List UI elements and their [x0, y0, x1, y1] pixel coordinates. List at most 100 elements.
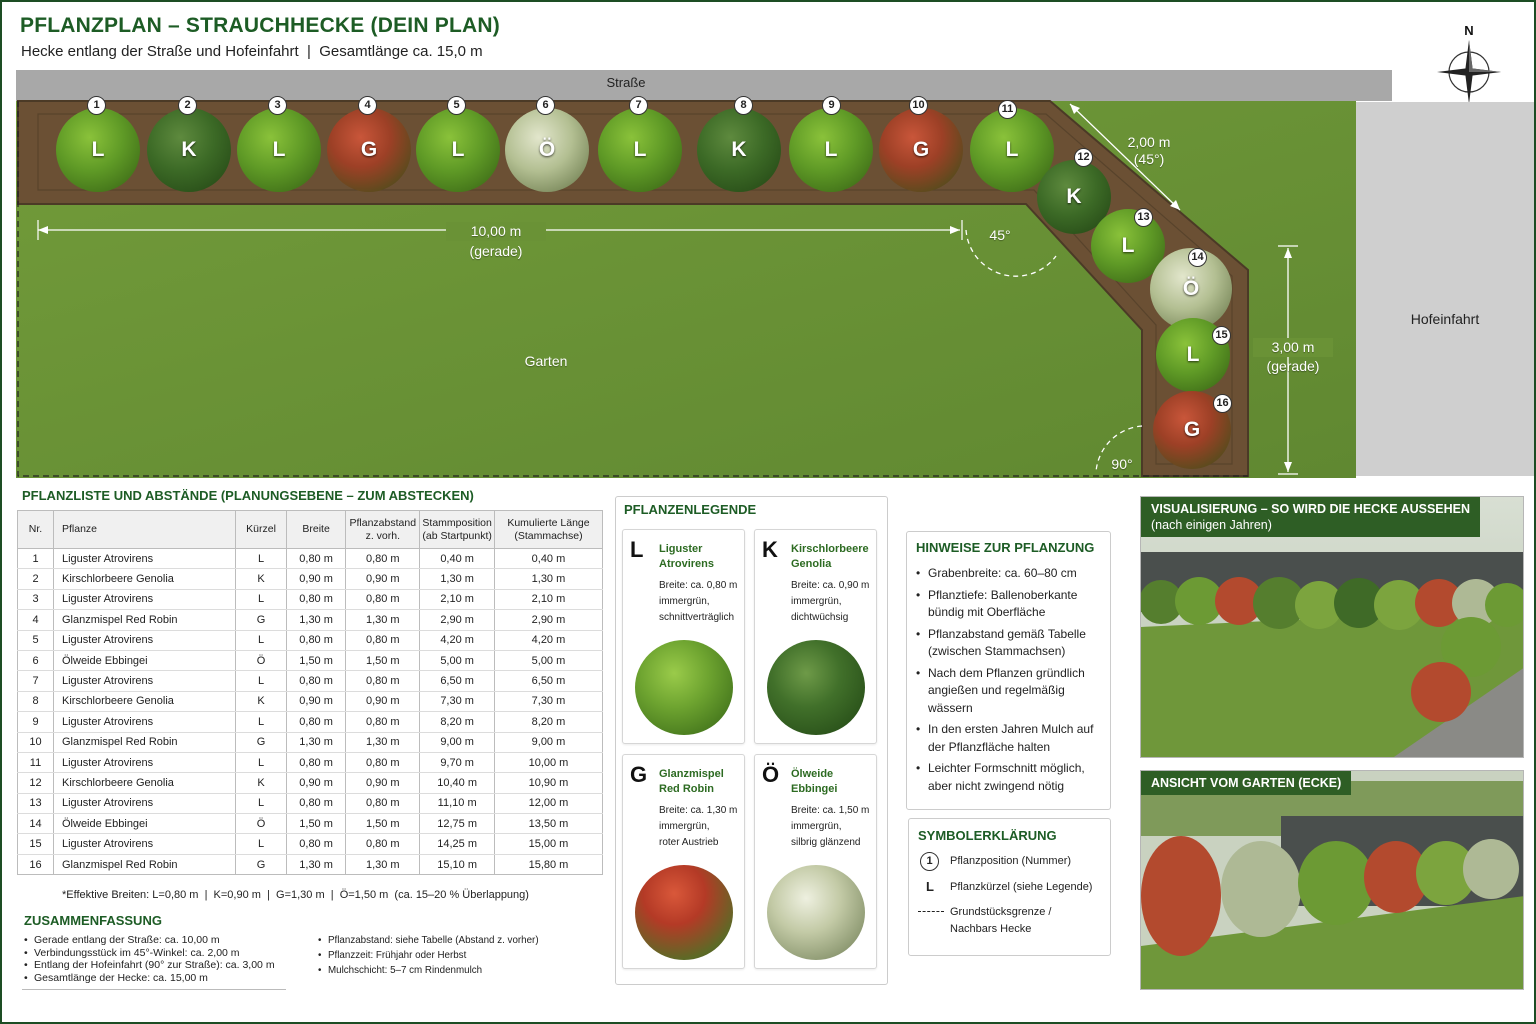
table-header-1: Pflanze: [52, 510, 237, 549]
table-row: 11 Liguster Atrovirens L 0,80 m 0,80 m 9,70 m…: [17, 752, 604, 774]
legend-card-O: Ö Ölweide Ebbingei Breite: ca. 1,50 m immer…: [754, 754, 877, 969]
number-symbol-icon: 1: [920, 852, 939, 871]
table-cell: 6,50 m: [493, 670, 604, 692]
plant-number-10: 10: [909, 96, 928, 115]
summary-item: Gesamtlänge der Hecke: ca. 15,00 m: [24, 972, 294, 985]
table-row: 7 Liguster Atrovirens L 0,80 m 0,80 m 6,50 m6…: [17, 670, 604, 692]
legend-plant-desc: Breite: ca. 0,80 m immergrün, schnittvertr…: [659, 580, 738, 623]
table-cell: 12,00 m: [493, 793, 604, 815]
table-cell: Liguster Atrovirens: [52, 793, 237, 815]
table-cell: 0,90 m: [285, 568, 347, 590]
table-cell: 10,00 m: [493, 752, 604, 774]
angle-90-label: 90°: [1111, 456, 1133, 472]
legend-card-G: G Glanzmispel Red Robin Breite: ca. 1,30 m…: [622, 754, 745, 969]
hedge-plant-7: L: [598, 108, 682, 192]
plant-number-5: 5: [447, 96, 466, 115]
plant-number-12: 12: [1074, 148, 1093, 167]
table-cell: L: [235, 670, 287, 692]
table-cell: 2: [17, 568, 54, 590]
hint-item: In den ersten Jahren Mulch auf der Pflan…: [916, 721, 1106, 756]
table-cell: L: [235, 548, 287, 570]
table-row: 8 Kirschlorbeere Genolia K 0,90 m 0,90 m 7,30…: [17, 691, 604, 713]
plant-table-title: PFLANZLISTE UND ABSTÄNDE (PLANUNGSEBENE …: [22, 488, 474, 503]
garden-corner-image: ANSICHT VOM GARTEN (ECKE): [1140, 770, 1524, 990]
table-row: 12 Kirschlorbeere Genolia K 0,90 m 0,90 m 10,…: [17, 772, 604, 794]
table-cell: 0,80 m: [285, 548, 347, 570]
table-cell: Liguster Atrovirens: [52, 548, 237, 570]
legend-plant-image: [635, 640, 733, 735]
table-cell: 0,80 m: [285, 630, 347, 651]
legend-card-K: K Kirschlorbeere Genolia Breite: ca. 0,90 …: [754, 529, 877, 744]
table-cell: 0,80 m: [285, 752, 347, 774]
plant-number-1: 1: [87, 96, 106, 115]
table-header-0: Nr.: [17, 510, 54, 549]
table-header-6: Kumulierte Länge (Stammachse): [493, 510, 604, 549]
summary-item: Entlang der Hofeinfahrt (90° zur Straße)…: [24, 959, 294, 972]
table-cell: G: [235, 609, 287, 631]
table-cell: 13: [17, 793, 54, 815]
code-symbol-icon: L: [926, 879, 934, 894]
table-cell: 1,30 m: [285, 609, 347, 631]
table-cell: Kirschlorbeere Genolia: [52, 772, 237, 794]
table-row: 16 Glanzmispel Red Robin G 1,30 m 1,30 m 15,1…: [17, 854, 604, 876]
table-cell: 1,30 m: [419, 568, 495, 590]
table-row: 4 Glanzmispel Red Robin G 1,30 m 1,30 m 2,90 …: [17, 609, 604, 631]
plant-number-13: 13: [1134, 208, 1153, 227]
table-cell: 10,40 m: [419, 772, 495, 794]
hedge-plant-8: K: [697, 108, 781, 192]
table-cell: 11,10 m: [419, 793, 495, 815]
table-cell: 9,00 m: [493, 732, 604, 753]
table-cell: L: [235, 589, 287, 611]
hedge-plant-4: G: [327, 108, 411, 192]
table-cell: Ölweide Ebbingei: [52, 813, 237, 835]
legend-plant-image: [767, 640, 865, 735]
table-cell: Glanzmispel Red Robin: [52, 854, 237, 876]
legend-plant-name: Kirschlorbeere Genolia: [791, 543, 869, 570]
table-cell: Ölweide Ebbingei: [52, 650, 237, 672]
summary-notes: Pflanzabstand: siehe Tabelle (Abstand z.…: [318, 935, 598, 980]
hint-item: Grabenbreite: ca. 60–80 cm: [916, 565, 1106, 583]
number-symbol-label: Pflanzposition (Nummer): [950, 855, 1072, 867]
legend-code: G: [630, 762, 648, 787]
street-label: Straße: [606, 75, 646, 90]
plant-number-9: 9: [822, 96, 841, 115]
table-cell: 16: [17, 854, 54, 876]
dim-diagonal-note: (45°): [1133, 151, 1165, 167]
table-cell: 0,80 m: [285, 670, 347, 692]
table-cell: 6,50 m: [419, 670, 495, 692]
visualization-image: VISUALISIERUNG – SO WIRD DIE HECKE AUSSE…: [1140, 496, 1524, 758]
table-cell: 1,50 m: [285, 813, 347, 835]
table-cell: Liguster Atrovirens: [52, 630, 237, 651]
symbol-row-number: 1 Pflanzposition (Nummer): [918, 852, 1108, 876]
table-cell: Liguster Atrovirens: [52, 589, 237, 611]
table-cell: 10: [17, 732, 54, 753]
summary-divider: [22, 989, 286, 990]
legend-plant-image: [767, 865, 865, 960]
table-cell: 1,30 m: [285, 732, 347, 753]
plant-number-11: 11: [998, 100, 1017, 119]
summary-item: Verbindungsstück im 45°-Winkel: ca. 2,00…: [24, 947, 294, 960]
table-cell: 7: [17, 670, 54, 692]
north-label: N: [1464, 23, 1473, 38]
page-title: PFLANZPLAN – STRAUCHHECKE (DEIN PLAN): [20, 14, 500, 37]
hint-item: Nach dem Pflanzen gründlich angießen und…: [916, 665, 1106, 718]
table-cell: 9: [17, 711, 54, 733]
table-cell: K: [235, 568, 287, 590]
table-cell: 6: [17, 650, 54, 672]
table-cell: 0,80 m: [345, 589, 421, 611]
table-cell: 8: [17, 691, 54, 713]
plant-number-3: 3: [268, 96, 287, 115]
table-cell: 0,80 m: [285, 589, 347, 611]
legend-code: Ö: [762, 762, 780, 787]
table-cell: L: [235, 711, 287, 733]
table-cell: Liguster Atrovirens: [52, 752, 237, 774]
table-cell: 4: [17, 609, 54, 631]
table-cell: 0,80 m: [345, 793, 421, 815]
code-symbol-label: Pflanzkürzel (siehe Legende): [950, 881, 1093, 893]
legend-card-L: L Liguster Atrovirens Breite: ca. 0,80 m im…: [622, 529, 745, 744]
summary-title: ZUSAMMENFASSUNG: [24, 913, 162, 928]
legend-plant-desc: Breite: ca. 1,50 m immergrün, silbrig glän…: [791, 805, 870, 848]
plant-table: Nr. Pflanze Kürzel Breite Pflanzabstand z. vo…: [17, 510, 604, 876]
table-cell: Glanzmispel Red Robin: [52, 732, 237, 753]
table-cell: 5: [17, 630, 54, 651]
